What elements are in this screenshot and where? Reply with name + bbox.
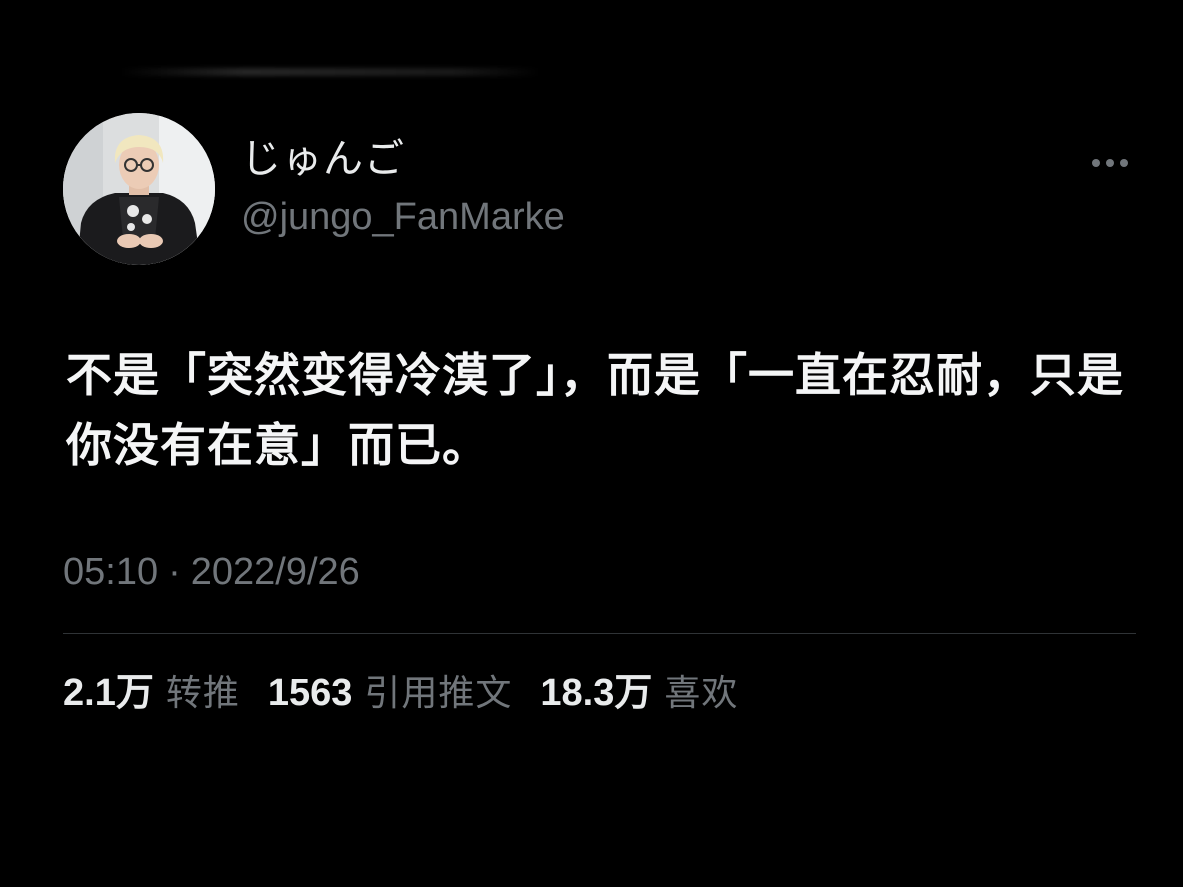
- more-options-button[interactable]: [1083, 146, 1137, 180]
- retweets-stat[interactable]: 2.1万 转推: [63, 668, 240, 719]
- avatar-image: [63, 113, 215, 265]
- tweet-stats: 2.1万 转推 1563 引用推文 18.3万 喜欢: [63, 668, 766, 719]
- avatar[interactable]: [63, 113, 215, 265]
- tweet-text: 不是「突然变得冷漠了」，而是「一直在忍耐，只是你没有在意」而已。: [66, 348, 1124, 472]
- timestamp-separator: ·: [168, 551, 181, 593]
- quotes-stat[interactable]: 1563 引用推文: [268, 668, 513, 719]
- tweet-date: 2022/9/26: [190, 551, 360, 593]
- author-handle[interactable]: @jungo_FanMarke: [241, 193, 565, 241]
- more-options-icon-dot: [1106, 159, 1114, 167]
- tweet-time: 05:10: [63, 551, 159, 593]
- tweet-detail: じゅんご @jungo_FanMarke 不是「突然变得冷漠了」，而是「一直在忍…: [0, 0, 1183, 887]
- author-display-name[interactable]: じゅんご: [241, 133, 405, 185]
- quotes-count: 1563: [267, 672, 353, 714]
- more-options-icon: [1092, 159, 1100, 167]
- likes-count: 18.3万: [540, 672, 653, 714]
- tweet-timestamp[interactable]: 05:10 · 2022/9/26: [63, 548, 360, 596]
- retweets-label: 转推: [165, 673, 240, 714]
- divider: [63, 633, 1136, 634]
- quotes-label: 引用推文: [364, 673, 513, 714]
- retweets-count: 2.1万: [63, 672, 154, 714]
- more-options-icon-dot: [1120, 159, 1128, 167]
- likes-label: 喜欢: [664, 673, 739, 714]
- likes-stat[interactable]: 18.3万 喜欢: [540, 668, 738, 719]
